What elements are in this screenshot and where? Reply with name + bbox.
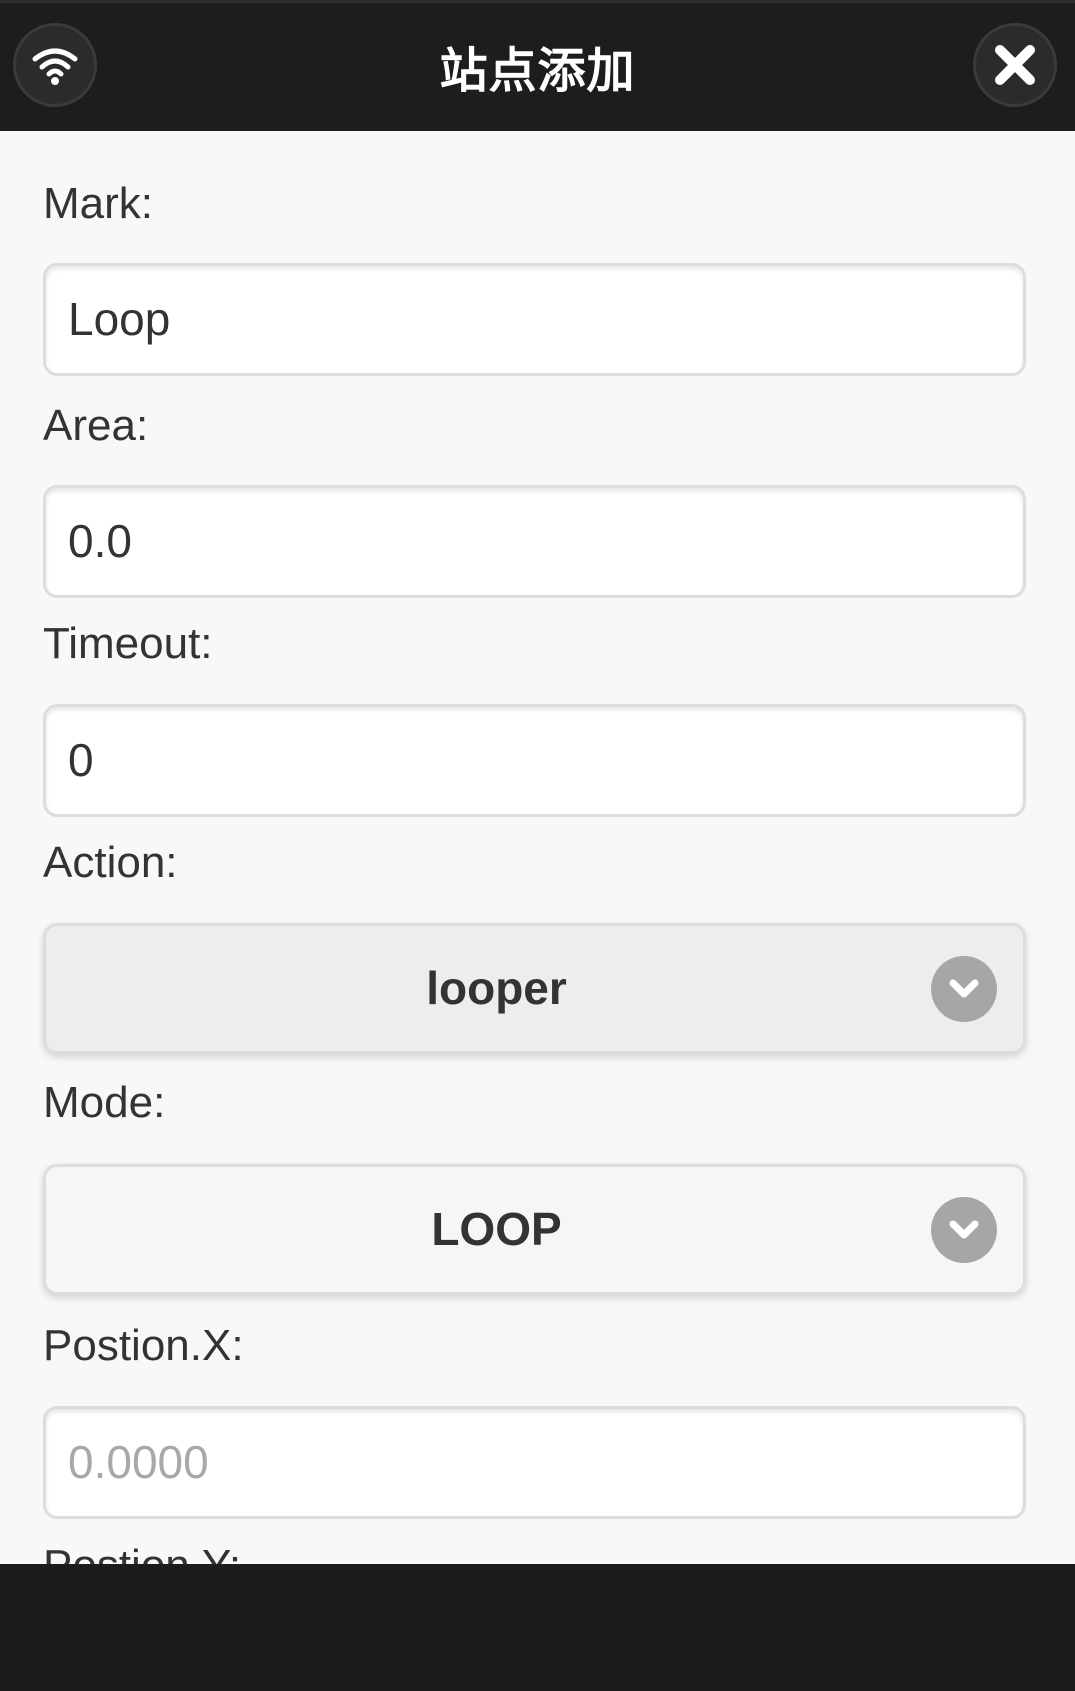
- position-x-label: Postion.X:: [43, 1321, 244, 1370]
- action-selected-value: looper: [426, 962, 567, 1014]
- bottom-bar: [0, 1564, 1075, 1691]
- header-bar: 站点添加: [0, 0, 1075, 131]
- close-button[interactable]: [973, 23, 1057, 107]
- mark-input[interactable]: Loop: [43, 263, 1026, 376]
- mode-label: Mode:: [43, 1078, 166, 1127]
- form-content: Mark: Loop Area: 0.0 Timeout: 0 Action: …: [0, 131, 1075, 1564]
- action-select[interactable]: looper: [43, 923, 1026, 1054]
- action-label: Action:: [43, 838, 178, 887]
- chevron-down-icon: [931, 1197, 997, 1263]
- mode-selected-value: LOOP: [431, 1203, 562, 1255]
- mark-label: Mark:: [43, 179, 153, 228]
- area-input[interactable]: 0.0: [43, 485, 1026, 598]
- timeout-input[interactable]: 0: [43, 704, 1026, 817]
- chevron-down-icon: [931, 956, 997, 1022]
- position-x-input[interactable]: 0.0000: [43, 1406, 1026, 1519]
- mode-select[interactable]: LOOP: [43, 1164, 1026, 1295]
- close-icon: [995, 45, 1035, 85]
- position-y-label: Postion.Y:: [43, 1541, 241, 1564]
- area-label: Area:: [43, 401, 149, 450]
- page-title: 站点添加: [439, 43, 636, 99]
- station-add-page: 站点添加 Mark: Loop Area: 0.0 Timeout: 0 Act…: [0, 0, 1075, 1691]
- timeout-label: Timeout:: [43, 619, 213, 668]
